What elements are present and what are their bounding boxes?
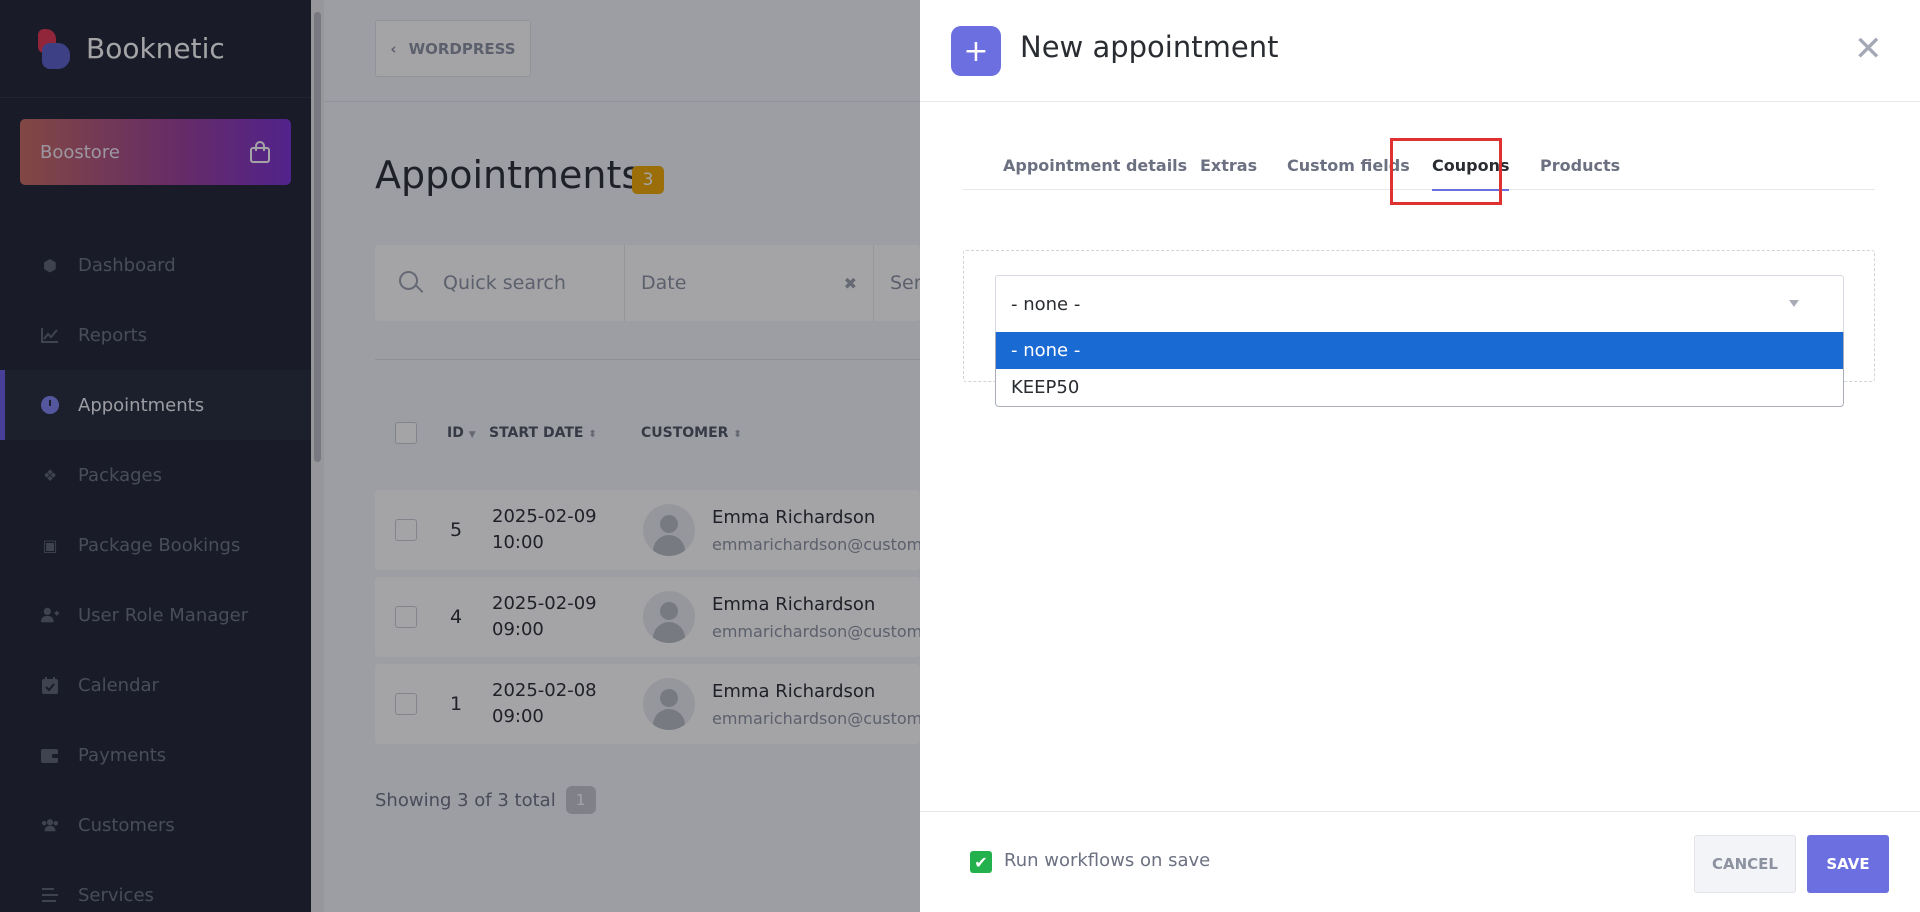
save-button[interactable]: SAVE [1807,835,1889,893]
coupon-select[interactable]: - none - [995,275,1844,333]
run-workflows-checkbox[interactable]: ✔ [970,851,992,873]
caret-down-icon [1789,300,1799,307]
run-workflows-label[interactable]: Run workflows on save [1004,850,1210,871]
panel-header: + New appointment ✕ [920,0,1920,102]
new-appointment-panel: + New appointment ✕ Appointment details … [920,0,1920,912]
tab-products[interactable]: Products [1540,146,1620,190]
coupon-option-none[interactable]: - none - [996,332,1843,369]
plus-icon: + [951,26,1001,76]
tab-extras[interactable]: Extras [1200,146,1257,190]
panel-footer: ✔ Run workflows on save CANCEL SAVE [920,811,1920,912]
modal-backdrop[interactable] [0,0,920,912]
coupon-select-value: - none - [1011,293,1081,315]
cancel-button[interactable]: CANCEL [1694,835,1796,893]
tab-appointment-details[interactable]: Appointment details [1003,146,1187,190]
coupon-dropdown: - none - KEEP50 [995,332,1844,407]
coupon-option-keep50[interactable]: KEEP50 [996,369,1843,406]
panel-title: New appointment [1020,30,1279,64]
close-icon[interactable]: ✕ [1854,32,1883,66]
coupons-tab-highlight [1390,138,1502,205]
